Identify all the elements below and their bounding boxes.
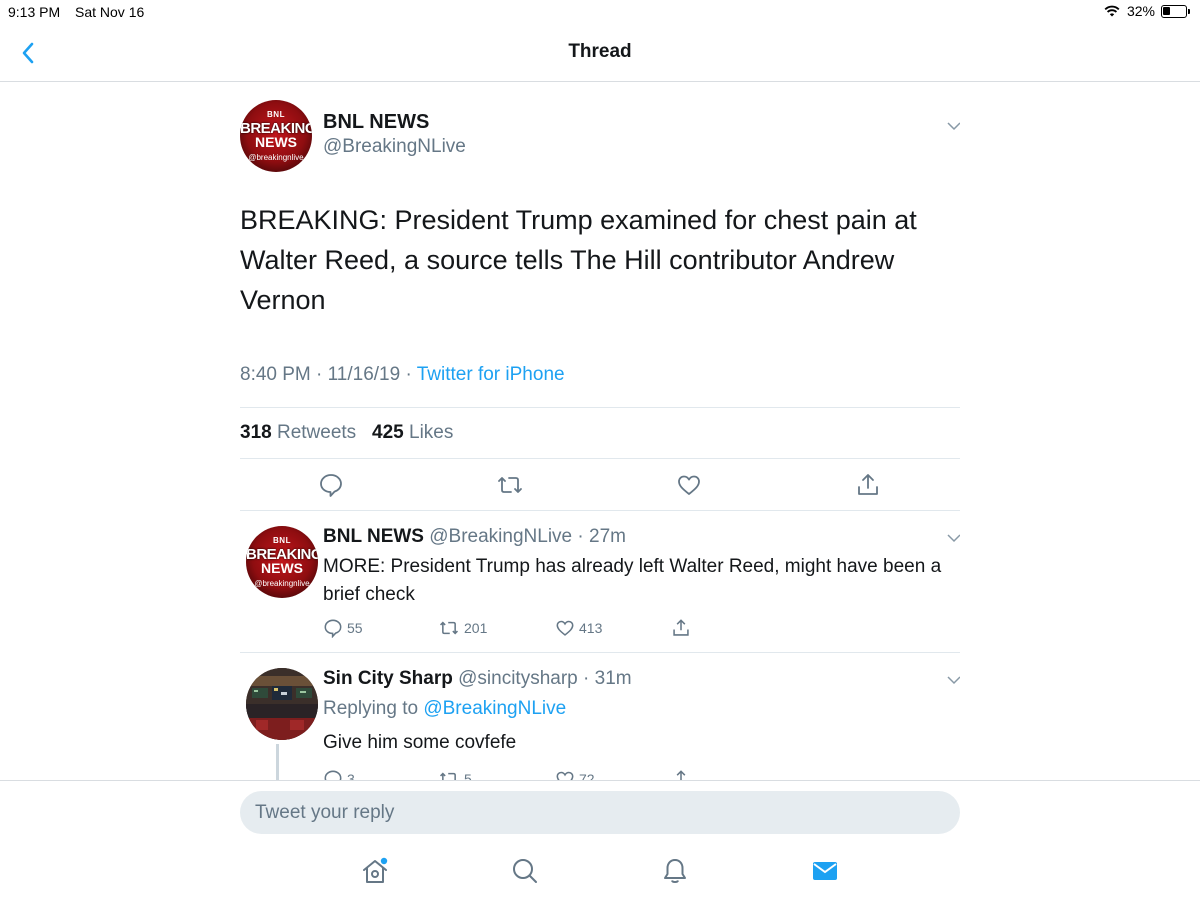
divider bbox=[240, 407, 960, 408]
reply-text: Give him some covfefe bbox=[323, 732, 517, 753]
reply-actions: 3 5 72 bbox=[323, 769, 923, 780]
reply-input[interactable] bbox=[240, 791, 960, 834]
reply-tweet[interactable]: Sin City Sharp @sincitysharp · 31m Reply… bbox=[240, 668, 960, 780]
messages-icon[interactable] bbox=[810, 856, 840, 886]
retweet-count: 5 bbox=[464, 771, 472, 780]
avatar-photo-image bbox=[246, 668, 318, 740]
status-indicators: 32% bbox=[1103, 3, 1190, 19]
retweet-icon[interactable] bbox=[497, 472, 523, 498]
author-name[interactable]: BNL NEWS bbox=[323, 111, 429, 134]
retweet-action[interactable]: 5 bbox=[438, 769, 472, 780]
wifi-icon bbox=[1104, 5, 1120, 17]
like-count: 425 bbox=[372, 422, 404, 443]
reply-action[interactable]: 55 bbox=[323, 618, 363, 638]
reply-count: 55 bbox=[347, 620, 363, 636]
chevron-down-icon[interactable] bbox=[946, 118, 960, 134]
avatar-text: BNL bbox=[273, 536, 291, 545]
like-heart-icon[interactable] bbox=[676, 472, 702, 498]
status-time: 9:13 PM bbox=[8, 4, 61, 20]
notifications-icon[interactable] bbox=[660, 856, 690, 886]
reply-composer-bar bbox=[0, 780, 1200, 900]
share-icon[interactable] bbox=[855, 472, 881, 498]
divider bbox=[240, 652, 960, 653]
reply-author-name[interactable]: Sin City Sharp bbox=[323, 668, 453, 689]
thread-line bbox=[276, 744, 279, 780]
divider bbox=[240, 510, 960, 511]
battery-tip bbox=[1188, 8, 1190, 14]
replying-to-label: Replying to bbox=[323, 698, 424, 719]
tweet-text: BREAKING: President Trump examined for c… bbox=[240, 205, 917, 315]
reply-tweet[interactable]: BNL BREAKING NEWS @breakingnlive BNL NEW… bbox=[240, 526, 960, 652]
battery-level bbox=[1163, 6, 1170, 15]
tweet-actions bbox=[240, 472, 960, 502]
avatar-text: NEWS bbox=[255, 134, 297, 150]
avatar-text: BNL bbox=[267, 110, 285, 119]
avatar[interactable]: BNL BREAKING NEWS @breakingnlive bbox=[240, 100, 312, 172]
retweet-icon bbox=[439, 621, 459, 635]
avatar-text: @breakingnlive bbox=[248, 153, 304, 162]
page-title: Thread bbox=[568, 41, 632, 62]
reply-header: Sin City Sharp @sincitysharp · 31m bbox=[323, 668, 632, 690]
retweet-action[interactable]: 201 bbox=[438, 618, 487, 638]
retweet-count: 318 bbox=[240, 422, 272, 443]
avatar[interactable] bbox=[246, 668, 318, 740]
avatar-text: NEWS bbox=[261, 560, 303, 576]
retweet-count: 201 bbox=[464, 620, 488, 636]
like-label: Likes bbox=[403, 422, 454, 443]
status-date: Sat Nov 16 bbox=[75, 4, 145, 20]
tweet-source-link[interactable]: Twitter for iPhone bbox=[417, 364, 565, 385]
reply-icon[interactable] bbox=[318, 472, 344, 498]
reply-actions: 55 201 413 bbox=[323, 618, 923, 640]
reply-handle-time: @BreakingNLive · 27m bbox=[423, 526, 626, 547]
like-count: 72 bbox=[579, 771, 595, 780]
reply-count: 3 bbox=[347, 771, 355, 780]
share-icon bbox=[673, 619, 689, 636]
search-icon[interactable] bbox=[510, 856, 540, 886]
chevron-down-icon[interactable] bbox=[946, 672, 960, 688]
reply-header: BNL NEWS @BreakingNLive · 27m bbox=[323, 526, 626, 548]
reply-handle-time: @sincitysharp · 31m bbox=[452, 668, 632, 689]
share-action[interactable] bbox=[671, 769, 691, 780]
retweet-stat[interactable]: 318 Retweets bbox=[240, 422, 356, 443]
replying-to: Replying to @BreakingNLive bbox=[323, 698, 566, 720]
reply-author-name[interactable]: BNL NEWS bbox=[323, 526, 424, 547]
retweet-icon bbox=[439, 772, 456, 780]
reply-icon bbox=[324, 770, 342, 780]
avatar[interactable]: BNL BREAKING NEWS @breakingnlive bbox=[246, 526, 318, 598]
author-handle[interactable]: @BreakingNLive bbox=[323, 136, 466, 158]
chevron-down-icon[interactable] bbox=[946, 530, 960, 546]
reply-icon bbox=[324, 619, 342, 638]
like-heart-icon bbox=[556, 771, 574, 780]
thread-content[interactable]: BNL BREAKING NEWS @breakingnlive BNL NEW… bbox=[240, 82, 960, 780]
reply-text: MORE: President Trump has already left W… bbox=[323, 556, 942, 605]
battery-icon bbox=[1161, 4, 1187, 18]
retweet-label: Retweets bbox=[271, 422, 357, 443]
like-count: 413 bbox=[579, 620, 603, 636]
like-action[interactable]: 72 bbox=[555, 769, 595, 780]
like-action[interactable]: 413 bbox=[555, 618, 602, 638]
share-action[interactable] bbox=[671, 618, 691, 638]
divider bbox=[240, 458, 960, 459]
share-icon bbox=[676, 770, 686, 780]
tweet-meta: 8:40 PM · 11/16/19 · Twitter for iPhone bbox=[240, 364, 565, 386]
nav-bar: Thread bbox=[0, 24, 1200, 82]
tweet-stats: 318 Retweets 425 Likes bbox=[240, 422, 453, 444]
avatar-text: @breakingnlive bbox=[254, 579, 310, 588]
battery-percent: 32% bbox=[1126, 3, 1155, 19]
like-stat[interactable]: 425 Likes bbox=[372, 422, 453, 443]
reply-action[interactable]: 3 bbox=[323, 769, 355, 780]
like-heart-icon bbox=[556, 620, 574, 636]
status-bar: 9:13 PM Sat Nov 16 32% bbox=[0, 0, 1200, 24]
home-icon[interactable] bbox=[360, 856, 390, 886]
mention-link[interactable]: @BreakingNLive bbox=[423, 698, 566, 719]
tweet-timestamp: 8:40 PM · 11/16/19 · bbox=[240, 364, 417, 385]
